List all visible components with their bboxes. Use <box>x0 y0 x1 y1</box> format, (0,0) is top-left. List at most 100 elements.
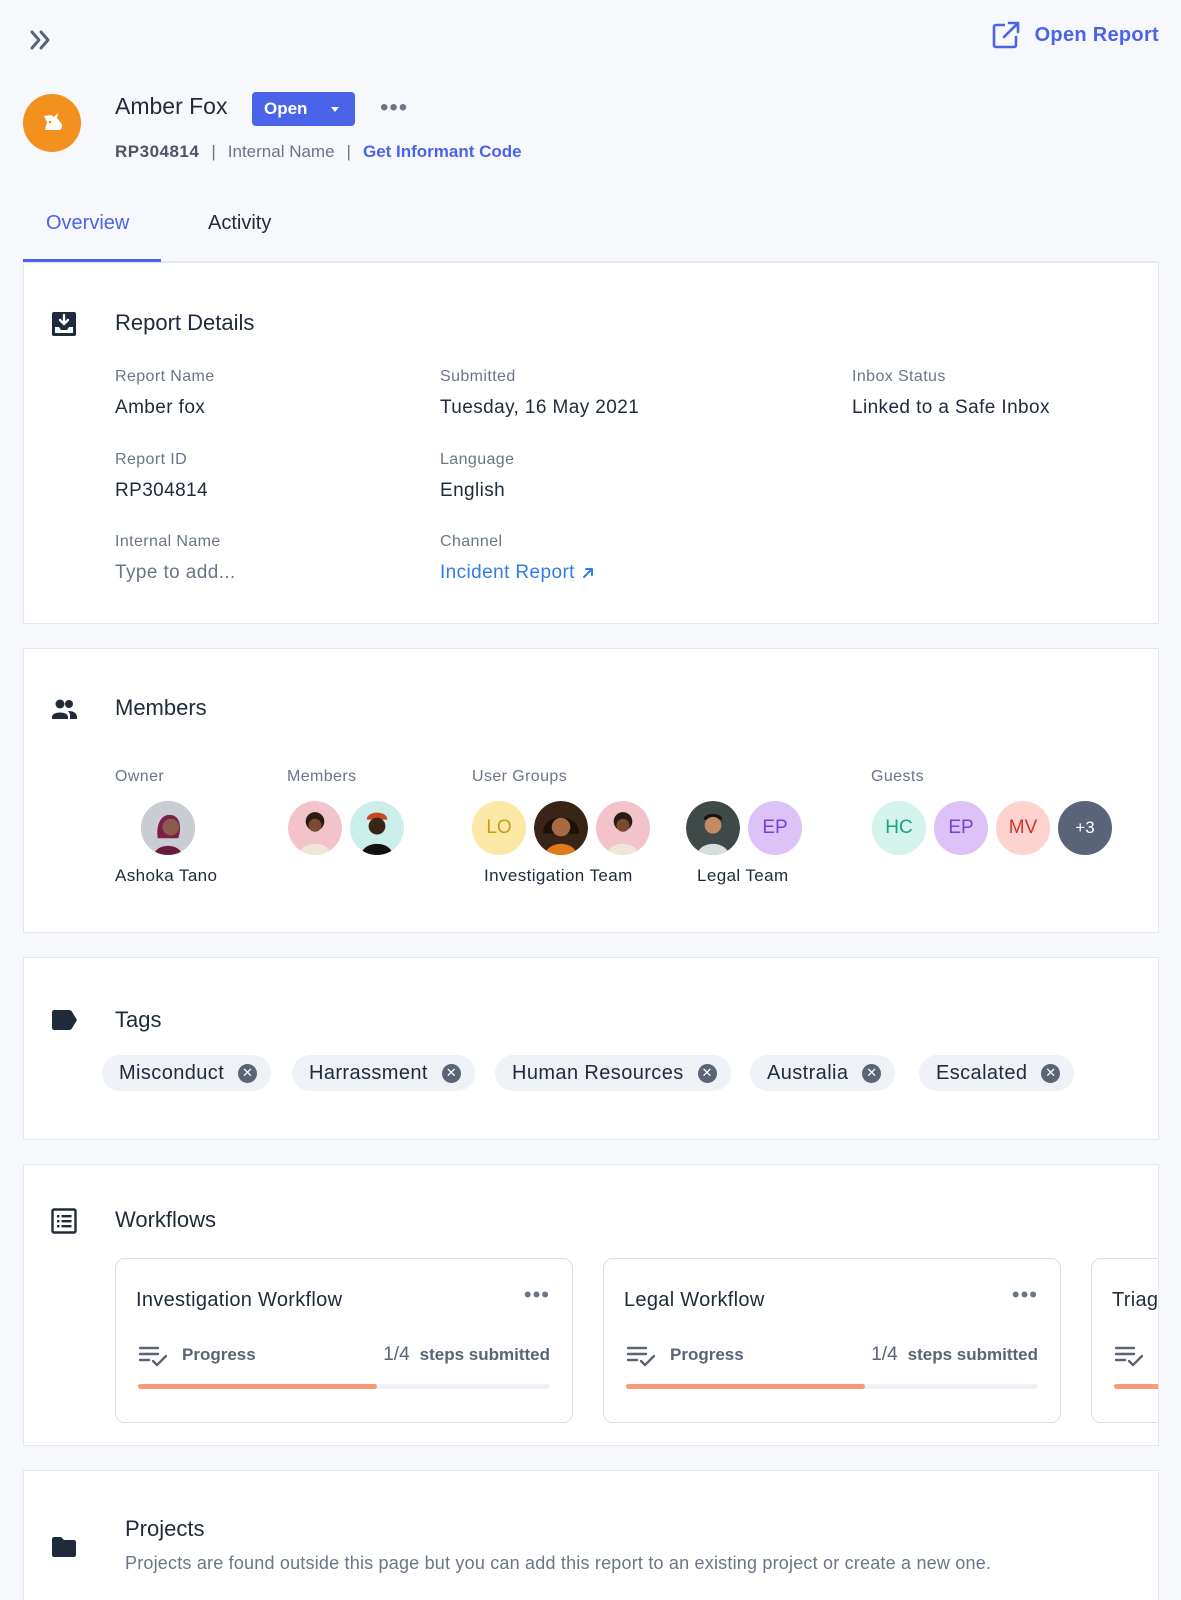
workflow-more-icon[interactable]: ••• <box>1012 1284 1038 1306</box>
owner-name: Ashoka Tano <box>115 866 218 885</box>
status-dropdown[interactable]: Open <box>252 92 355 126</box>
more-guests-avatar[interactable]: +3 <box>1056 799 1114 857</box>
tag-chip[interactable]: Australia ✕ <box>750 1055 896 1091</box>
expand-sidebar-icon[interactable] <box>28 28 54 52</box>
tag-label: Misconduct <box>119 1061 225 1084</box>
group-initials: EP <box>762 817 788 838</box>
user-groups-label: User Groups <box>472 768 568 785</box>
language-value: English <box>440 480 506 501</box>
inbox-status-label: Inbox Status <box>852 368 946 385</box>
workflow-more-icon[interactable]: ••• <box>524 1284 550 1306</box>
submitted-value: Tuesday, 16 May 2021 <box>440 397 640 418</box>
external-link-icon <box>992 21 1021 49</box>
workflows-title: Workflows <box>115 1207 217 1232</box>
steps-count: 1/4 steps submitted <box>383 1344 550 1366</box>
workflow-title: Triag <box>1112 1289 1158 1311</box>
report-details-title: Report Details <box>115 310 255 335</box>
status-label: Open <box>264 99 308 118</box>
guests-label: Guests <box>871 768 925 785</box>
report-title: Amber Fox <box>115 93 228 119</box>
checklist-icon <box>626 1346 656 1367</box>
open-report-label: Open Report <box>1034 23 1159 46</box>
owner-avatar[interactable] <box>139 799 197 857</box>
tab-overview[interactable]: Overview <box>46 212 129 235</box>
fox-icon <box>44 113 63 130</box>
person-photo-icon <box>350 801 404 855</box>
get-informant-code-link[interactable]: Get Informant Code <box>363 142 522 162</box>
member-avatar[interactable] <box>286 799 344 857</box>
tab-activity[interactable]: Activity <box>208 212 271 235</box>
steps-text: steps submitted <box>419 1345 550 1364</box>
person-photo-icon <box>596 801 650 855</box>
top-bar: Open Report <box>0 0 1181 80</box>
report-name-value: Amber fox <box>115 397 206 418</box>
tag-label: Australia <box>767 1061 849 1084</box>
remove-tag-icon[interactable]: ✕ <box>238 1063 258 1083</box>
channel-link[interactable]: Incident Report <box>440 562 595 584</box>
channel-label: Channel <box>440 533 503 550</box>
progress-bar-fill <box>1114 1384 1158 1389</box>
users-icon <box>52 699 77 719</box>
progress-bar <box>626 1384 1038 1389</box>
report-subline: RP304814 | Internal Name | Get Informant… <box>115 142 522 162</box>
member-avatar[interactable] <box>348 799 406 857</box>
workflow-card[interactable]: Investigation Workflow ••• Progress 1/4 s… <box>115 1258 573 1423</box>
report-id-value: RP304814 <box>115 480 208 501</box>
guest-initials: HC <box>885 817 913 838</box>
inbox-status-value: Linked to a Safe Inbox <box>852 397 1050 418</box>
language-label: Language <box>440 451 515 468</box>
group-name: Legal Team <box>697 866 789 885</box>
steps-text: steps submitted <box>907 1345 1038 1364</box>
workflow-card-clip: Triag <box>1091 1258 1158 1423</box>
members-title: Members <box>115 695 207 720</box>
steps-fraction: 1/4 <box>383 1344 410 1365</box>
guest-avatar[interactable]: MV <box>994 799 1052 857</box>
tag-chip[interactable]: Escalated ✕ <box>919 1055 1075 1091</box>
members-label: Members <box>287 768 357 785</box>
progress-bar-fill <box>626 1384 865 1389</box>
workflow-card[interactable]: Triag <box>1091 1258 1158 1423</box>
group-avatar[interactable]: LO <box>470 799 528 857</box>
more-options-icon[interactable]: ••• <box>380 96 408 120</box>
person-photo-icon <box>534 801 588 855</box>
internal-name-text: Internal Name <box>227 142 335 161</box>
group-initials: LO <box>486 817 512 838</box>
report-avatar <box>23 94 81 152</box>
tag-label: Harrassment <box>309 1061 428 1084</box>
steps-fraction: 1/4 <box>871 1344 898 1365</box>
tags-title: Tags <box>115 1007 162 1032</box>
group-avatar[interactable] <box>594 799 652 857</box>
owner-label: Owner <box>115 768 165 785</box>
steps-count: 1/4 steps submitted <box>871 1344 1038 1366</box>
workflow-card[interactable]: Legal Workflow ••• Progress 1/4 steps sub… <box>603 1258 1061 1423</box>
tag-label: Escalated <box>936 1061 1028 1084</box>
group-avatar[interactable] <box>532 799 590 857</box>
internal-name-label: Internal Name <box>115 533 221 550</box>
guest-avatar[interactable]: HC <box>870 799 928 857</box>
remove-tag-icon[interactable]: ✕ <box>1041 1063 1061 1083</box>
group-avatar[interactable]: EP <box>746 799 804 857</box>
tag-label: Human Resources <box>512 1061 684 1084</box>
tag-chip[interactable]: Harrassment ✕ <box>292 1055 475 1091</box>
remove-tag-icon[interactable]: ✕ <box>441 1063 461 1083</box>
group-name: Investigation Team <box>484 866 633 885</box>
submitted-label: Submitted <box>440 368 516 385</box>
remove-tag-icon[interactable]: ✕ <box>697 1063 717 1083</box>
progress-label: Progress <box>182 1345 256 1364</box>
members-card: Members Owner Ashoka Tano Members User G… <box>23 648 1159 933</box>
channel-link-text: Incident Report <box>440 562 575 583</box>
tag-chip[interactable]: Human Resources ✕ <box>495 1055 731 1091</box>
open-report-button[interactable]: Open Report <box>991 20 1159 50</box>
person-photo-icon <box>288 801 342 855</box>
projects-card: Projects Projects are found outside this… <box>23 1470 1159 1600</box>
projects-description: Projects are found outside this page but… <box>125 1553 992 1573</box>
group-avatar[interactable] <box>684 799 742 857</box>
report-id-text: RP304814 <box>115 142 200 161</box>
tag-chip[interactable]: Misconduct ✕ <box>102 1055 272 1091</box>
remove-tag-icon[interactable]: ✕ <box>862 1063 882 1083</box>
guest-avatar[interactable]: EP <box>932 799 990 857</box>
checklist-icon <box>138 1346 168 1367</box>
report-id-label: Report ID <box>115 451 188 468</box>
guest-initials: MV <box>1008 817 1038 838</box>
internal-name-field[interactable]: Type to add... <box>115 562 236 584</box>
